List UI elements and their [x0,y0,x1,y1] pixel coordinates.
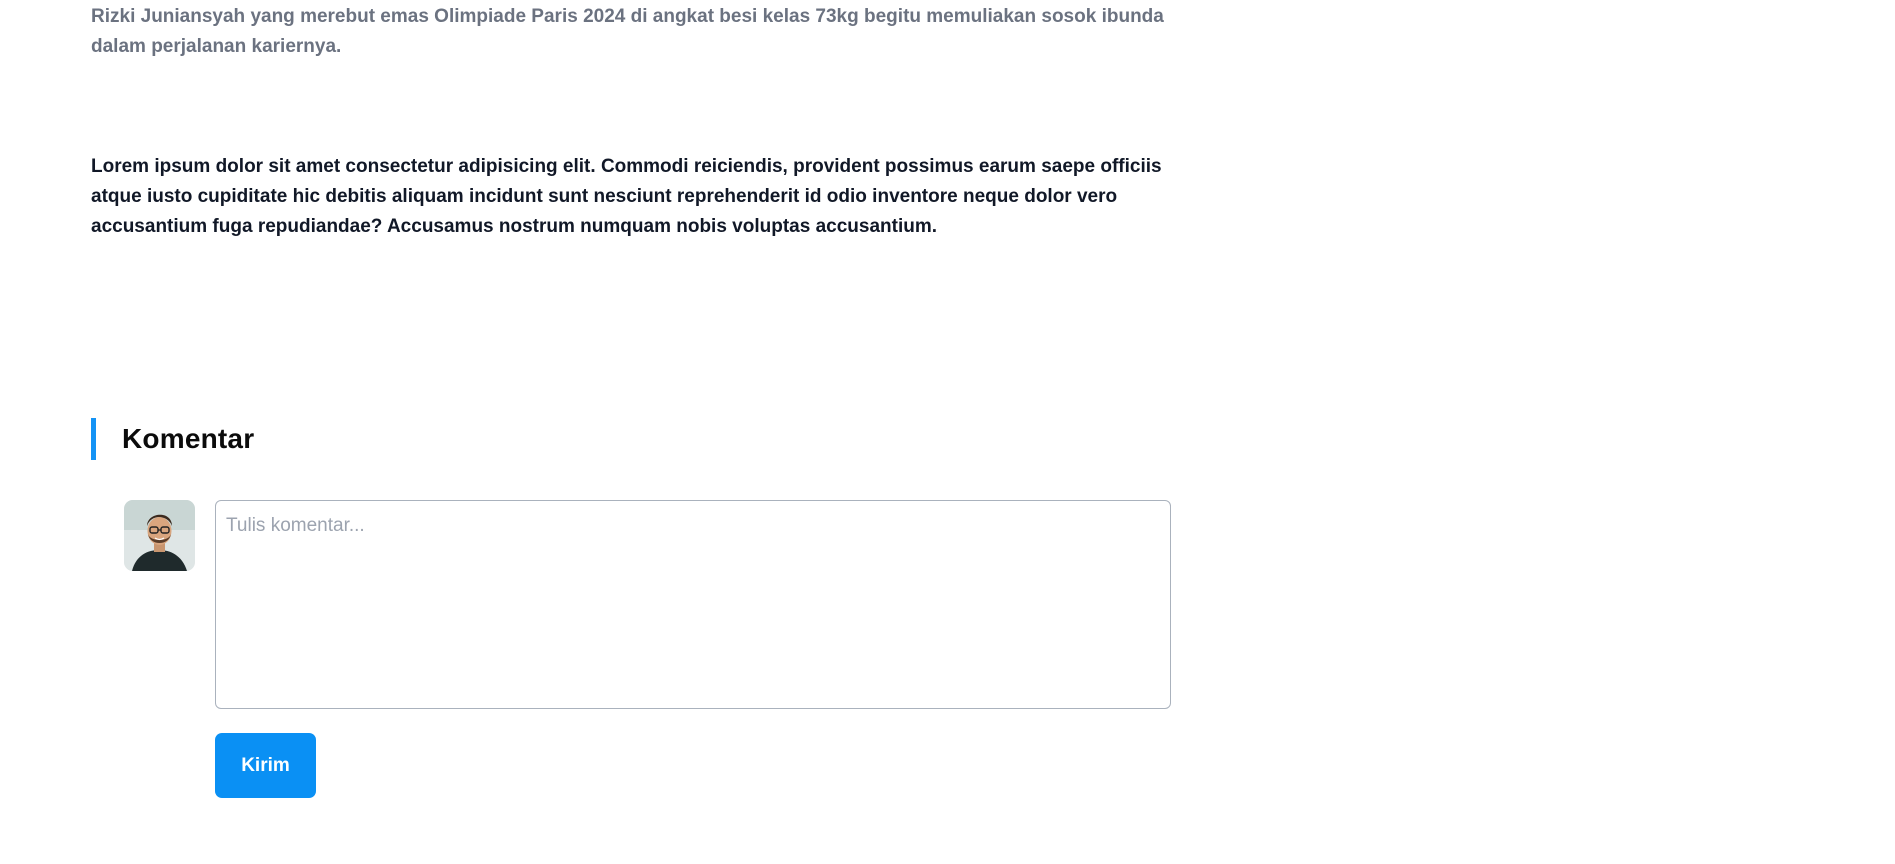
article-content: Rizki Juniansyah yang merebut emas Olimp… [91,0,1171,242]
submit-comment-button[interactable]: Kirim [215,733,316,798]
avatar-photo-icon [124,500,195,571]
comments-section: Komentar Tulis komentar... Kirim [91,418,1171,798]
comment-input-wrapper: Kirim [215,500,1171,798]
article-lead: Rizki Juniansyah yang merebut emas Olimp… [91,6,1164,57]
comments-header: Komentar [91,418,1171,460]
comment-input[interactable] [215,500,1171,709]
user-avatar [124,500,195,571]
comments-title: Komentar [122,423,255,454]
article-body: Lorem ipsum dolor sit amet consectetur a… [91,156,1162,237]
section-accent-bar [91,418,96,460]
page: Rizki Juniansyah yang merebut emas Olimp… [0,0,1895,864]
